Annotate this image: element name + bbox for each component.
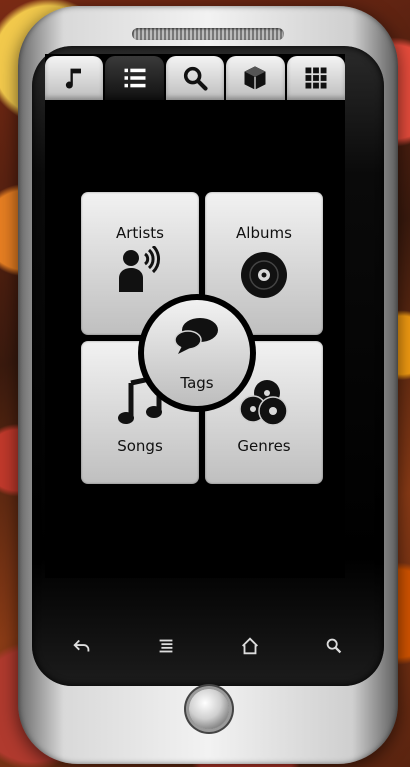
chat-bubbles-icon <box>174 318 218 354</box>
tags-label: Tags <box>180 374 214 392</box>
phone-body: Artists Albums Songs Genres Tags <box>18 6 398 764</box>
search-icon <box>183 66 208 91</box>
tab-now-playing[interactable] <box>45 56 104 100</box>
tab-grid[interactable] <box>286 56 345 100</box>
tags-button-face: Tags <box>144 300 250 406</box>
list-icon <box>124 68 146 88</box>
disc-icon <box>241 252 287 298</box>
box-icon <box>244 66 266 90</box>
hardware-nav-bar <box>62 632 354 660</box>
home-button[interactable] <box>230 632 270 660</box>
app-screen: Artists Albums Songs Genres Tags <box>45 54 345 578</box>
search-icon <box>326 638 342 654</box>
menu-button[interactable] <box>146 632 186 660</box>
tab-library[interactable] <box>105 56 164 100</box>
music-note-icon <box>66 68 82 89</box>
genres-label: Genres <box>237 437 291 455</box>
tags-button[interactable]: Tags <box>138 294 256 412</box>
tab-search[interactable] <box>165 56 225 100</box>
home-icon <box>242 637 258 655</box>
back-icon <box>73 639 90 652</box>
menu-icon <box>159 639 173 653</box>
tab-bar <box>45 54 345 102</box>
back-button[interactable] <box>62 632 102 660</box>
grid-icon <box>305 67 327 89</box>
earpiece-speaker <box>132 28 284 40</box>
trackball[interactable] <box>189 689 229 729</box>
speaking-person-icon <box>119 246 160 292</box>
songs-label: Songs <box>117 437 163 455</box>
search-button[interactable] <box>314 632 354 660</box>
albums-label: Albums <box>236 224 292 242</box>
artists-label: Artists <box>116 224 164 242</box>
tab-box[interactable] <box>226 56 285 100</box>
